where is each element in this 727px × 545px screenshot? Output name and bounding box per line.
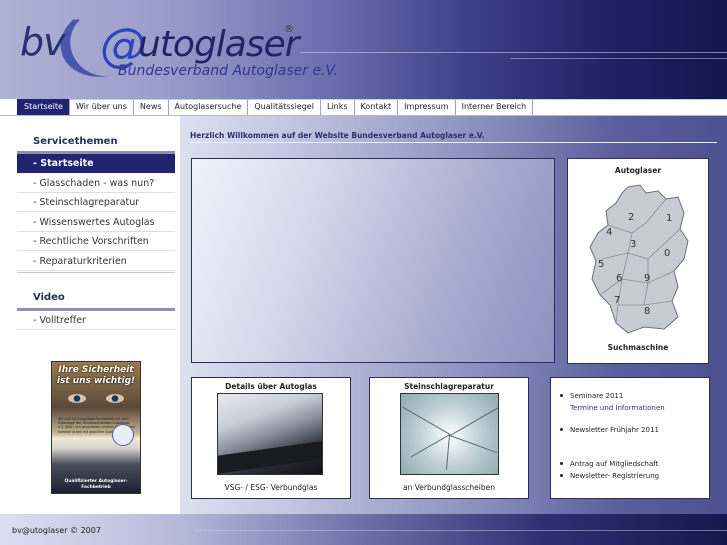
quality-seal-icon (112, 424, 134, 446)
sidebar-heading-servicethemen: Servicethemen (33, 136, 118, 147)
slideshow-panel (191, 158, 555, 363)
tab-links[interactable]: Links (319, 99, 355, 115)
logo-bv[interactable]: bv (20, 20, 66, 64)
site-footer: bv@utoglaser © 2007 (0, 514, 727, 545)
map-outline (589, 184, 689, 334)
welcome-heading: Herzlich Willkommen auf der Website Bund… (190, 131, 485, 140)
logo-subtitle: Bundesverband Autoglaser e.V. (118, 63, 338, 79)
map-box-title: Autoglaser (614, 166, 662, 175)
footer-decor-line (195, 530, 727, 531)
antrag-mitgliedschaft-link[interactable]: Antrag auf Mitgliedschaft (560, 460, 658, 468)
site-header: bv @ utoglaser ® Bundesverband Autoglase… (0, 0, 727, 99)
details-box-caption[interactable]: VSG- / ESG- Verbundglas (192, 483, 350, 492)
bullet-icon (560, 473, 563, 477)
bullet-icon (560, 461, 563, 465)
newsletter-fruehjahr-link[interactable]: Newsletter Frühjahr 2011 (560, 426, 659, 434)
tab-news[interactable]: News (132, 99, 169, 115)
map-region-2[interactable]: 2 (628, 212, 634, 223)
stone-chip-photo[interactable] (400, 393, 499, 475)
sidebar-item-rechtliche-vorschriften[interactable]: - Rechtliche Vorschriften (17, 232, 175, 251)
footer-copyright: bv@utoglaser © 2007 (12, 526, 101, 535)
seminare-info-link[interactable]: Termine und Informationen (570, 404, 665, 412)
promo-title: Ihre Sicherheit ist uns wichtig! (56, 365, 136, 386)
details-box-title: Details über Autoglas (225, 382, 317, 391)
map-region-9[interactable]: 9 (644, 273, 650, 284)
antrag-label: Antrag auf Mitgliedschaft (570, 460, 659, 468)
sidebar: Servicethemen - Startseite - Glasschaden… (0, 116, 180, 514)
sidebar-divider (17, 272, 175, 273)
map-region-6[interactable]: 6 (616, 273, 622, 284)
bullet-icon (560, 393, 563, 397)
registrierung-label: Newsletter- Registrierung (570, 472, 660, 480)
bullet-icon (560, 427, 563, 431)
tab-startseite[interactable]: Startseite (17, 99, 70, 115)
windshield-photo[interactable] (217, 393, 323, 475)
news-links-box: Seminare 2011 Termine und Informationen … (550, 377, 710, 499)
crack-line (402, 406, 451, 435)
welcome-underline (190, 142, 717, 143)
map-region-5[interactable]: 5 (598, 259, 604, 270)
crack-line (410, 434, 450, 458)
eye-image (106, 394, 124, 403)
map-box-caption[interactable]: Suchmaschine (568, 343, 708, 352)
main-content: Herzlich Willkommen auf der Website Bund… (180, 116, 727, 514)
newsletter-registrierung-link[interactable]: Newsletter- Registrierung (560, 472, 659, 480)
germany-map[interactable]: 2 1 4 3 5 0 6 9 7 8 (588, 183, 692, 335)
map-region-8[interactable]: 8 (644, 306, 650, 317)
registered-mark: ® (284, 24, 294, 35)
stein-box-title: Steinschlagreparatur (404, 382, 494, 391)
logo-wordmark[interactable]: utoglaser (138, 24, 300, 65)
steinschlag-box[interactable]: Steinschlagreparatur an Verbundglasschei… (369, 377, 529, 499)
promo-banner[interactable]: Ihre Sicherheit ist uns wichtig! Wir sin… (51, 361, 141, 494)
sidebar-item-glasschaden[interactable]: - Glasschaden - was nun? (17, 174, 175, 193)
sidebar-item-startseite[interactable]: - Startseite (17, 154, 175, 173)
sidebar-item-volltreffer[interactable]: - Volltreffer (17, 311, 175, 330)
autoglaser-search-box[interactable]: Autoglaser 2 1 4 3 5 0 6 9 7 8 Suchmasch… (567, 158, 709, 364)
crack-line (445, 434, 450, 470)
tab-kontakt[interactable]: Kontakt (353, 99, 399, 115)
tab-qualitaetssiegel[interactable]: Qualitätssiegel (247, 99, 321, 115)
crack-line (450, 405, 498, 436)
sidebar-item-reparaturkriterien[interactable]: - Reparaturkriterien (17, 252, 175, 271)
sidebar-item-steinschlagreparatur[interactable]: - Steinschlagreparatur (17, 193, 175, 212)
tab-impressum[interactable]: Impressum (397, 99, 456, 115)
map-region-3[interactable]: 3 (630, 239, 636, 250)
map-region-0[interactable]: 0 (664, 248, 670, 259)
promo-footer: Qualifizierter Autoglaser-Fachbetrieb (64, 479, 128, 490)
details-autoglas-box[interactable]: Details über Autoglas VSG- / ESG- Verbun… (191, 377, 351, 499)
map-region-7[interactable]: 7 (614, 295, 620, 306)
seminare-link[interactable]: Seminare 2011 (560, 392, 623, 400)
newsletter-label: Newsletter Frühjahr 2011 (570, 426, 659, 434)
sidebar-heading-video: Video (33, 292, 65, 303)
map-region-1[interactable]: 1 (666, 213, 672, 224)
header-decor-line (510, 58, 727, 59)
tab-wir-ueber-uns[interactable]: Wir über uns (68, 99, 134, 115)
tab-interner-bereich[interactable]: Interner Bereich (454, 99, 534, 115)
header-decor-line (300, 52, 727, 53)
sidebar-item-wissenswertes[interactable]: - Wissenswertes Autoglas (17, 213, 175, 232)
main-nav: Startseite Wir über uns News Autoglasers… (0, 99, 727, 116)
nav-filler (533, 99, 727, 115)
eye-image (68, 394, 86, 403)
map-region-4[interactable]: 4 (606, 227, 612, 238)
crack-line (449, 435, 497, 454)
tab-autoglasersuche[interactable]: Autoglasersuche (167, 99, 249, 115)
stein-box-caption[interactable]: an Verbundglasscheiben (370, 483, 528, 492)
seminare-label: Seminare 2011 (570, 392, 624, 400)
